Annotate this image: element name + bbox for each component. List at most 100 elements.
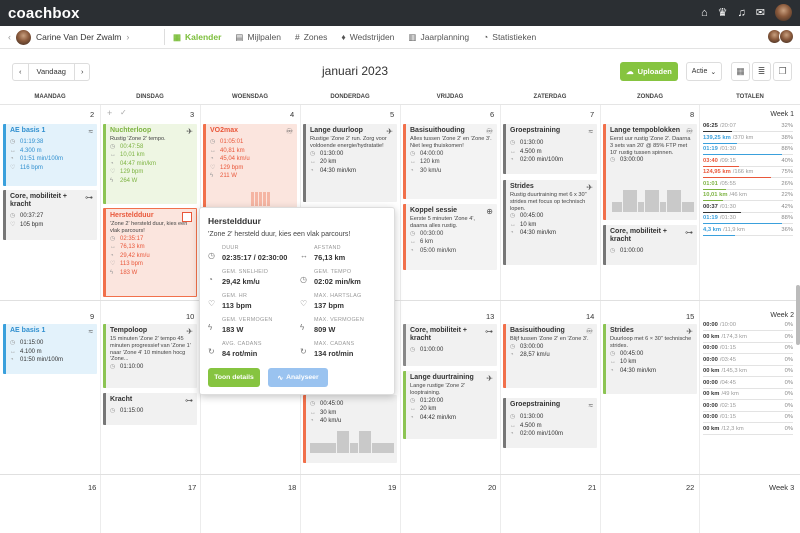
workout-card[interactable]: Tempoloop ✈ 15 minuten 'Zone 2' tempo 45 …	[103, 324, 197, 388]
select-checkbox[interactable]	[182, 212, 192, 222]
workout-card[interactable]: Core, mobiliteit + kracht ⊶ ◷ 00:37:27 ♡ 10…	[3, 190, 97, 240]
mail-icon[interactable]: ✉	[756, 6, 765, 19]
pace-icon: ◷	[300, 275, 307, 284]
heart-icon: ♡	[10, 164, 16, 171]
workout-card[interactable]: Lange duurloop ✈ Rustige 'Zone 2' run. Zo…	[303, 124, 397, 202]
clock-icon: ◷	[310, 150, 316, 157]
bike-icon: ♾	[285, 127, 293, 136]
tab-mijlpalen[interactable]: ▤ Mijlpalen	[235, 32, 281, 43]
bell-icon[interactable]: ♫	[738, 7, 746, 19]
total-row: 06:25/20:07 32%	[703, 123, 793, 129]
stat-duration: ◷ DUUR 02:35:17 / 02:30:00	[208, 245, 288, 262]
upload-button[interactable]: ☁ Uploaden	[620, 62, 678, 81]
calendar-view-button[interactable]: ▦	[731, 62, 750, 81]
workout-card[interactable]: Kracht ⊶ ◷ 01:15:00	[103, 393, 197, 425]
avatar[interactable]	[779, 29, 794, 44]
total-planned: /05:55	[719, 180, 736, 187]
workout-card[interactable]: Basisuithouding ♾ Alles tussen 'Zone 2' e…	[403, 124, 497, 199]
total-value: 01:19	[703, 146, 718, 152]
power-icon: ϟ	[208, 323, 213, 332]
today-button[interactable]: Vandaag	[27, 64, 75, 80]
total-percent: 0%	[784, 356, 793, 363]
workout-profile-chart	[612, 190, 694, 212]
top-bar: coachbox ⌂ ♛ ♫ ✉	[0, 0, 800, 26]
week-label: Week 1	[770, 111, 794, 118]
group-avatars[interactable]	[767, 29, 794, 44]
workout-card[interactable]: AE basis 1 ≈ ◷ 01:19:38 ↔ 4.300 m ◔ 01:51 mi…	[3, 124, 97, 186]
add-workout-icon[interactable]: +	[107, 108, 112, 118]
popup-description: 'Zone 2' hersteld duur, kies een vlak pa…	[208, 231, 351, 238]
speed-icon: ◔	[310, 418, 314, 424]
clock-icon: ◷	[410, 397, 416, 404]
pace-icon: ◔	[610, 367, 614, 374]
prev-month-button[interactable]: ‹	[13, 64, 28, 80]
speed-icon: ◔	[510, 352, 514, 359]
trophy-icon[interactable]: ♛	[718, 6, 728, 19]
day-number: 22	[686, 483, 695, 492]
clock-icon: ◷	[610, 350, 616, 357]
next-month-button[interactable]: ›	[75, 64, 90, 80]
workout-card[interactable]: Strides ✈ Duurloop met 6 × 30'' technisch…	[603, 324, 697, 394]
total-value: 00 km	[703, 425, 720, 432]
tab-jaarplanning[interactable]: ▥ Jaarplanning	[408, 32, 469, 43]
heart-icon: ♡	[300, 299, 308, 308]
distance-icon: ↔	[310, 159, 316, 166]
prev-athlete-icon[interactable]: ‹	[8, 32, 11, 42]
total-row: 01:19/01:30 88%	[703, 146, 793, 152]
tab-wedstrijden[interactable]: ♦ Wedstrijden	[341, 32, 394, 42]
total-row: 00 km/12,3 km 0%	[703, 426, 793, 432]
workout-card-selected[interactable]: Hersteldduur 'Zone 2' hersteld duur, kie…	[103, 208, 197, 297]
power-icon: ϟ	[110, 177, 114, 184]
scrollbar[interactable]	[796, 285, 800, 345]
speed-icon: ◔	[208, 275, 213, 284]
progress-bar-track	[703, 376, 793, 378]
analyse-button[interactable]: ∿ Analyseer	[268, 368, 328, 387]
home-icon[interactable]: ⌂	[701, 7, 708, 19]
total-row: 124,95 km/166 km 75%	[703, 169, 793, 175]
total-percent: 88%	[781, 215, 793, 221]
progress-bar-fill	[703, 131, 732, 133]
workout-card[interactable]: ◷ 00:45:00 ↔ 30 km ◔ 40 km/u	[303, 395, 397, 463]
workout-card[interactable]: Groepstraining ≈ ◷ 01:30:00 ↔ 4.500 m ◔ 02:0…	[503, 398, 597, 448]
speed-icon: ◔	[110, 252, 114, 259]
actie-dropdown[interactable]: Actie ⌄	[686, 62, 722, 81]
workout-card[interactable]: Groepstraining ≈ ◷ 01:30:00 ↔ 4.500 m ◔ 02:0…	[503, 124, 597, 174]
distance-icon: ↔	[410, 239, 416, 246]
workout-card[interactable]: Core, mobiliteit + kracht ⊶ ◷ 01:00:00	[403, 324, 497, 366]
show-details-button[interactable]: Toon details	[208, 368, 260, 387]
copy-button[interactable]: ❐	[773, 62, 792, 81]
day-header: WOENSDAG	[232, 94, 268, 100]
progress-bar-fill	[703, 142, 738, 144]
swim-icon: ≈	[88, 327, 93, 336]
clock-icon: ◷	[110, 143, 116, 150]
workout-card[interactable]: Koppel sessie ⊕ Eerste 5 minuten 'Zone 4'…	[403, 204, 497, 270]
tab-statistieken[interactable]: ◔ Statistieken	[483, 32, 536, 42]
workout-card[interactable]: Basisuithouding ♾ Blijf tussen 'Zone 2' e…	[503, 324, 597, 388]
total-planned: /20:07	[719, 123, 736, 129]
workout-card[interactable]: Lange duurtraining ✈ Lange rustige 'Zone …	[403, 371, 497, 439]
total-value: 124,95 km	[703, 169, 731, 175]
tab-kalender[interactable]: ▦ Kalender	[173, 32, 221, 43]
next-athlete-icon[interactable]: ›	[126, 32, 129, 42]
clock-icon: ◷	[110, 235, 116, 242]
workout-card[interactable]: AE basis 1 ≈ ◷ 01:15:00 ↔ 4.100 m ◔ 01:50 mi…	[3, 324, 97, 374]
athlete-selector[interactable]: ‹ Carine Van Der Zwalm ›	[0, 29, 160, 45]
heart-icon: ♡	[10, 221, 16, 228]
day-number: 20	[488, 483, 497, 492]
list-view-button[interactable]: ≣	[752, 62, 771, 81]
workout-card[interactable]: Lange tempoblokken ♾ Eerst uur rustig 'Zo…	[603, 124, 697, 220]
app-logo[interactable]: coachbox	[8, 5, 80, 22]
user-avatar[interactable]	[775, 4, 792, 21]
workout-card[interactable]: VO2max ♾ ◷ 01:05:01 ↔ 40,81 km ◔ 45,04 km/u …	[203, 124, 297, 210]
progress-bar-track	[703, 387, 793, 389]
workout-card[interactable]: Nuchterloop ✈ Rustig 'Zone 2' tempo. ◷ 00:…	[103, 124, 197, 204]
day-number: 17	[188, 483, 197, 492]
popup-title: Hersteldduur	[208, 216, 261, 226]
heart-icon: ♡	[110, 169, 116, 176]
total-value: 10,01 km	[703, 192, 728, 198]
workout-card[interactable]: Core, mobiliteit + kracht ⊶ ◷ 01:00:00	[603, 225, 697, 265]
check-icon[interactable]: ✓	[120, 108, 127, 117]
tab-zones[interactable]: # Zones	[295, 32, 327, 42]
distance-icon: ↔	[610, 359, 616, 366]
workout-card[interactable]: Strides ✈ Rustig duurtraining met 6 x 30"…	[503, 180, 597, 265]
